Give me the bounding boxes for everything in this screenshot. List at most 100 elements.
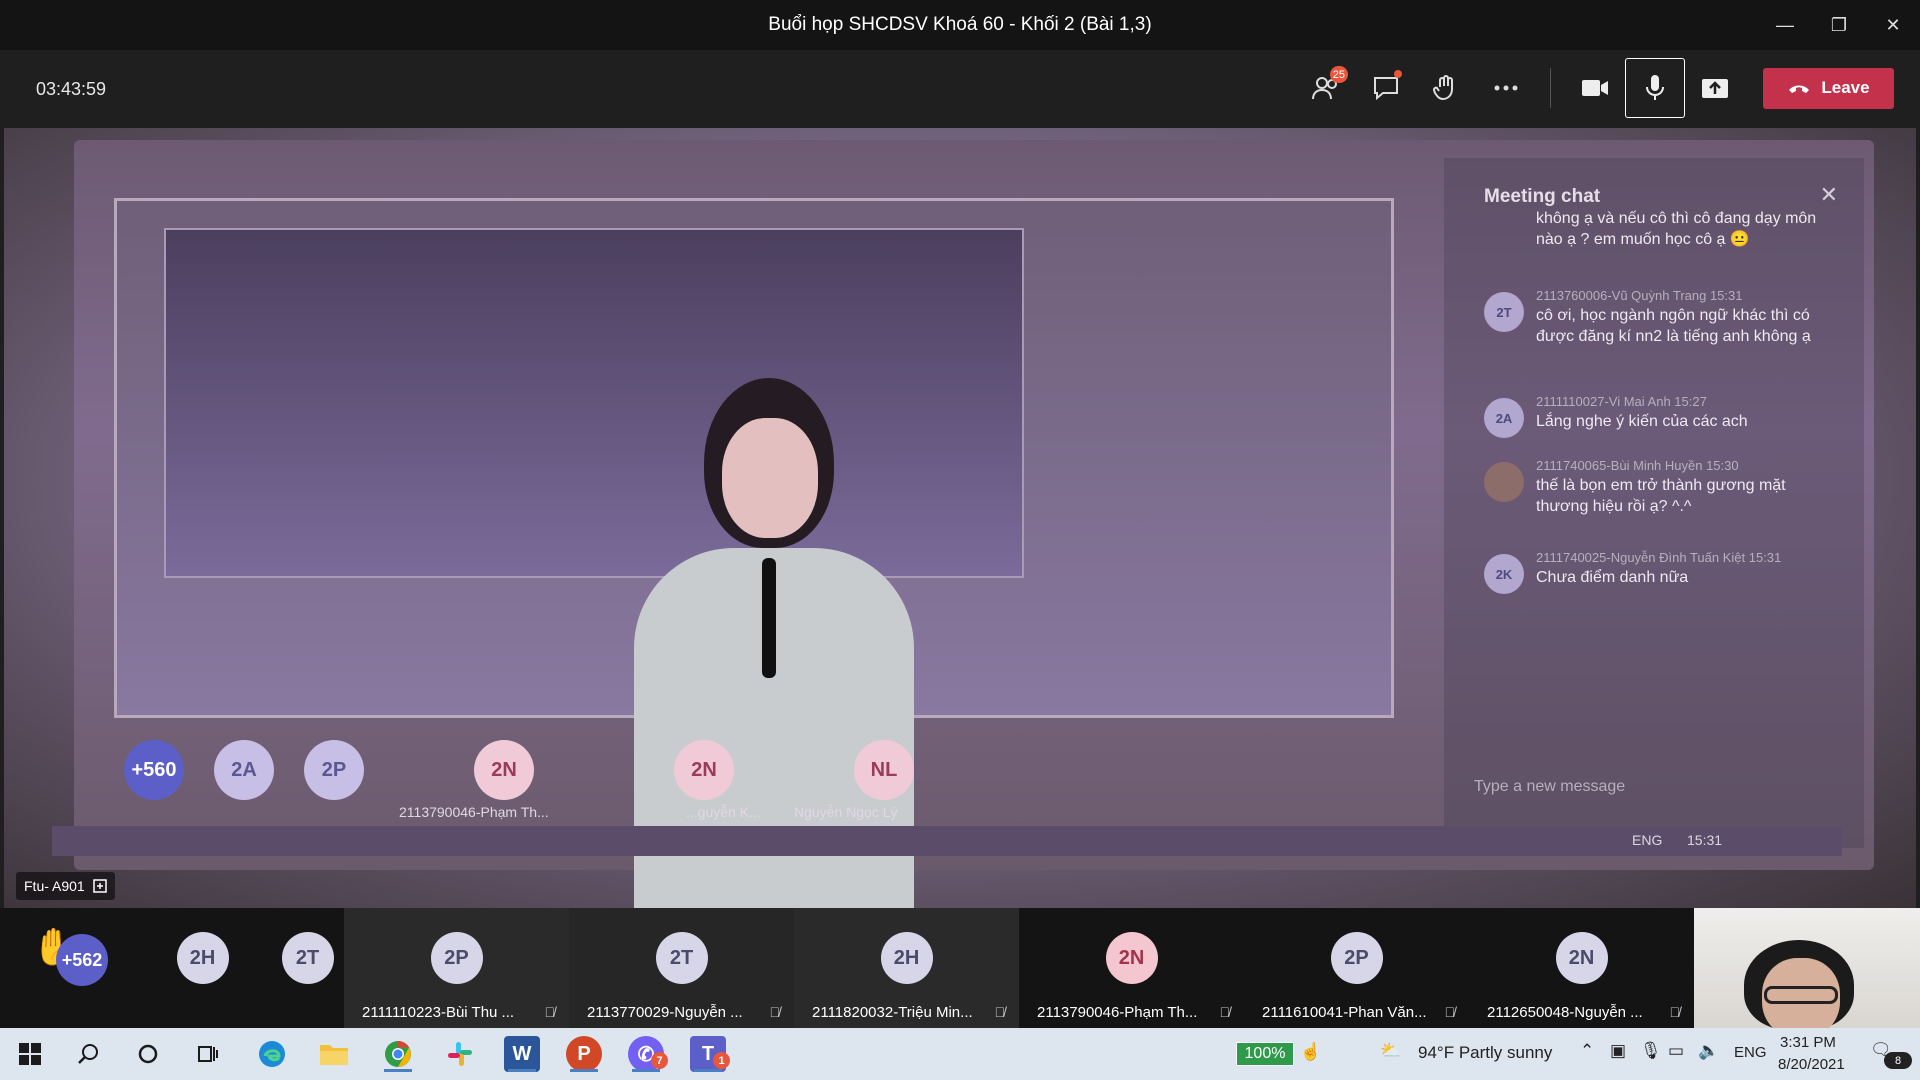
overflow-tile[interactable]: ✋ +562 <box>0 908 160 1028</box>
more-actions-button[interactable] <box>1476 58 1536 118</box>
mic-off-icon: 🎙̸ <box>1444 1004 1456 1020</box>
avatar: 2T <box>655 932 708 984</box>
running-indicator <box>632 1069 660 1072</box>
powerpoint-icon: P <box>577 1042 591 1065</box>
projected-taskbar: ENG 15:31 <box>52 826 1842 856</box>
search-button[interactable] <box>70 1036 106 1072</box>
slack-icon <box>448 1042 472 1066</box>
avatar: 2N <box>1105 932 1158 984</box>
chat-button[interactable] <box>1356 58 1416 118</box>
camera-button[interactable] <box>1565 58 1625 118</box>
chat-message-meta: 2111110027-Vi Mai Anh 15:27 <box>1536 394 1707 409</box>
chat-message-meta: 2111740065-Bùi Minh Huyền 15:30 <box>1536 458 1739 473</box>
participant-tile[interactable]: 2N 2112650048-Nguyễn ... 🎙̸ <box>1469 908 1694 1028</box>
clock-time[interactable]: 3:31 PM <box>1780 1034 1836 1051</box>
microphone-tray-icon[interactable]: 🎙 <box>1640 1041 1662 1061</box>
participant-gallery: ✋ +562 2H 2T 2P 2111110223-Bùi Thu ... 🎙… <box>0 908 1920 1028</box>
folder-icon <box>320 1045 348 1065</box>
word-app[interactable]: W <box>504 1036 540 1072</box>
weather-icon: ⛅ <box>1380 1041 1402 1060</box>
avatar: 2T <box>1484 292 1524 332</box>
mic-off-icon: 🎙̸ <box>544 1004 556 1020</box>
meeting-controls: 25 Leave <box>1296 58 1894 118</box>
self-video-tile[interactable] <box>1694 908 1920 1028</box>
participant-tile[interactable]: 2P 2111110223-Bùi Thu ... 🎙̸ <box>344 908 569 1028</box>
handheld-microphone <box>762 558 776 678</box>
chat-message-text: Chưa điểm danh nữa <box>1536 569 1689 586</box>
chat-message-text: cô ơi, học ngành ngôn ngữ khác thì có đư… <box>1536 307 1811 345</box>
projected-participant-name: Nguyễn Ngọc Lý <box>794 804 898 820</box>
projected-meeting-chat: Meeting chat ✕ không ạ và nếu cô thì cô … <box>1444 158 1864 848</box>
cortana-icon <box>138 1044 158 1064</box>
projected-participant-name: ...guyễn K... <box>686 804 761 820</box>
teams-tray-icon[interactable]: ▣ <box>1610 1041 1626 1061</box>
volume-icon[interactable]: 🔈 <box>1698 1041 1719 1061</box>
touch-icon: ☝ <box>1300 1042 1322 1061</box>
microphone-button[interactable] <box>1625 58 1685 118</box>
battery-icon[interactable]: ▭ <box>1668 1041 1684 1061</box>
minimize-button[interactable]: — <box>1758 0 1812 50</box>
chat-message-meta: 2111740025-Nguyễn Đình Tuấn Kiệt 15:31 <box>1536 550 1782 565</box>
projected-participant-name: 2113790046-Phạm Th... <box>399 804 549 820</box>
task-view-button[interactable] <box>190 1036 226 1072</box>
running-indicator <box>384 1069 412 1072</box>
viber-app[interactable]: ✆ 7 <box>628 1036 668 1072</box>
chat-message: 2T 2113760006-Vũ Quỳnh Trang 15:31 cô ơi… <box>1484 288 1824 347</box>
leave-button[interactable]: Leave <box>1763 67 1894 109</box>
close-icon: ✕ <box>1819 182 1838 207</box>
clock-date[interactable]: 8/20/2021 <box>1778 1056 1845 1073</box>
toolbar-divider <box>1550 68 1551 108</box>
chat-message: 2A 2111110027-Vi Mai Anh 15:27 Lắng nghe… <box>1484 394 1824 438</box>
zoom-indicator[interactable]: 100% <box>1236 1042 1294 1066</box>
participant-tile[interactable]: 2N 2113790046-Phạm Th... 🎙̸ <box>1019 908 1244 1028</box>
mic-off-icon: 🎙̸ <box>1219 1004 1231 1020</box>
running-indicator <box>570 1069 598 1072</box>
cortana-button[interactable] <box>130 1036 166 1072</box>
edge-app[interactable] <box>254 1036 290 1072</box>
start-button[interactable] <box>12 1036 48 1072</box>
mic-off-icon: 🎙̸ <box>769 1004 781 1020</box>
share-screen-button[interactable] <box>1685 58 1745 118</box>
restore-button[interactable]: ❐ <box>1812 0 1866 50</box>
avatar: +560 <box>124 740 184 800</box>
slack-app[interactable] <box>442 1036 478 1072</box>
participants-count-badge: 25 <box>1329 66 1348 83</box>
presenter-face <box>722 418 818 538</box>
chrome-app[interactable] <box>380 1036 416 1072</box>
powerpoint-app[interactable]: P <box>566 1036 602 1072</box>
teams-badge: 1 <box>713 1052 730 1069</box>
windows-taskbar: W P ✆ 7 T 1 100% ☝ ⛅ 94°F Partly sunny ⌃… <box>0 1028 1920 1080</box>
avatar: 2H <box>880 932 933 984</box>
file-explorer-app[interactable] <box>316 1036 352 1072</box>
teams-app[interactable]: T 1 <box>690 1036 730 1072</box>
chat-compose-box: Type a new message <box>1474 778 1626 795</box>
participant-tile[interactable]: 2T 2113770029-Nguyễn ... 🎙̸ <box>569 908 794 1028</box>
mic-off-icon: 🎙̸ <box>994 1004 1006 1020</box>
avatar: 2A <box>1484 398 1524 438</box>
participant-tile[interactable]: 2P 2111610041-Phan Văn... 🎙̸ <box>1244 908 1469 1028</box>
chat-message: không ạ và nếu cô thì cô đang dạy môn nà… <box>1484 206 1824 250</box>
room-name: Ftu- A901 <box>24 878 85 894</box>
participant-tile[interactable]: 2H <box>150 908 255 1028</box>
projected-lang: ENG <box>1632 832 1663 848</box>
edge-icon <box>259 1041 285 1067</box>
input-language[interactable]: ENG <box>1734 1044 1767 1061</box>
pin-icon <box>92 879 107 893</box>
weather-widget[interactable]: 94°F Partly sunny <box>1418 1043 1552 1063</box>
share-tray-icon <box>1702 79 1728 98</box>
close-button[interactable]: ✕ <box>1866 0 1920 50</box>
participant-tile[interactable]: 2H 2111820032-Triệu Min... 🎙̸ <box>794 908 1019 1028</box>
avatar: 2H <box>176 932 229 984</box>
avatar: 2P <box>430 932 483 984</box>
participant-name: 2113770029-Nguyễn ... <box>587 1004 743 1021</box>
avatar: 2N <box>474 740 534 800</box>
running-indicator <box>694 1069 722 1072</box>
participants-button[interactable]: 25 <box>1296 58 1356 118</box>
viber-badge: 7 <box>651 1052 668 1069</box>
avatar: NL <box>854 740 914 800</box>
reactions-button[interactable] <box>1416 58 1476 118</box>
chevron-up-icon[interactable]: ⌃ <box>1580 1041 1594 1061</box>
search-icon <box>78 1044 98 1064</box>
avatar: 2T <box>281 932 334 984</box>
microphone-icon <box>1646 75 1664 100</box>
